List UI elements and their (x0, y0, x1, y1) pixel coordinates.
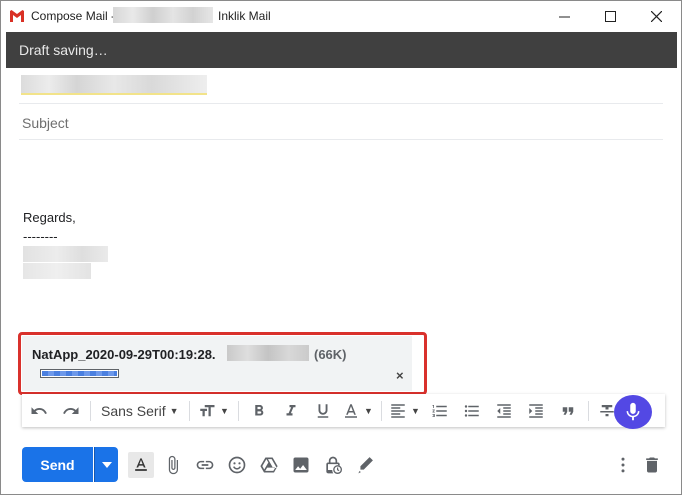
chevron-down-icon: ▼ (220, 405, 229, 416)
redacted-signature-line (23, 263, 91, 279)
microphone-icon (626, 402, 640, 421)
minimize-button[interactable] (541, 1, 587, 32)
close-icon (650, 11, 662, 22)
text-color-icon (345, 403, 358, 418)
google-drive-icon (260, 457, 278, 473)
insert-drive-file-button[interactable] (256, 452, 282, 478)
attach-files-button[interactable] (160, 452, 186, 478)
underline-icon (317, 403, 328, 418)
confidential-mode-button[interactable] (320, 452, 346, 478)
attachment-highlight-box (18, 332, 427, 395)
quote-button[interactable] (552, 397, 584, 425)
more-options-button[interactable] (610, 452, 636, 478)
insert-link-button[interactable] (192, 452, 218, 478)
message-body[interactable]: Regards, -------- (23, 208, 76, 246)
text-size-icon (200, 404, 215, 416)
recipients-field[interactable] (19, 68, 663, 104)
indent-less-icon (496, 403, 511, 418)
trash-icon (646, 457, 658, 473)
toolbar-divider (237, 400, 239, 421)
formatting-options-button[interactable] (128, 452, 154, 478)
align-dropdown[interactable]: ▼ (386, 397, 424, 425)
redacted-recipient (21, 75, 207, 93)
italic-button[interactable] (275, 397, 307, 425)
window-title-app: Inklik Mail (218, 9, 271, 23)
title-bar: Compose Mail - Inklik Mail (1, 1, 681, 32)
compose-window: Compose Mail - Inklik Mail Draft saving…… (0, 0, 682, 495)
undo-button[interactable] (22, 397, 56, 425)
align-left-icon (391, 403, 405, 418)
font-family-label: Sans Serif (101, 402, 166, 419)
bold-button[interactable] (243, 397, 275, 425)
quote-icon (562, 406, 573, 415)
draft-status-bar: Draft saving… (6, 32, 677, 68)
body-line-regards: Regards, (23, 210, 76, 225)
font-size-dropdown[interactable]: ▼ (194, 397, 234, 425)
recipient-underline (21, 93, 207, 95)
indent-less-button[interactable] (488, 397, 520, 425)
discard-draft-button[interactable] (639, 452, 665, 478)
link-icon (196, 460, 214, 470)
numbered-list-button[interactable] (424, 397, 456, 425)
text-format-icon (135, 458, 147, 471)
underline-button[interactable] (307, 397, 339, 425)
paperclip-icon (168, 455, 178, 475)
indent-more-icon (528, 403, 543, 418)
toolbar-divider (188, 400, 190, 421)
insert-emoji-button[interactable] (224, 452, 250, 478)
pen-icon (358, 457, 373, 474)
redo-button[interactable] (56, 397, 86, 425)
strikethrough-icon (599, 404, 614, 416)
toolbar-divider (587, 400, 589, 421)
send-button[interactable]: Send (22, 447, 93, 482)
close-window-button[interactable] (633, 1, 679, 32)
photo-icon (293, 457, 309, 473)
draft-status-text: Draft saving… (19, 42, 108, 58)
voice-typing-button[interactable] (614, 395, 652, 429)
lock-clock-icon (326, 456, 342, 474)
toolbar-divider (380, 400, 382, 421)
window-title: Compose Mail - (31, 9, 116, 23)
redacted-signature-line (23, 246, 108, 262)
bold-icon (254, 404, 263, 415)
insert-photo-button[interactable] (288, 452, 314, 478)
more-vert-icon (621, 457, 625, 473)
indent-more-button[interactable] (520, 397, 552, 425)
insert-signature-button[interactable] (352, 452, 378, 478)
maximize-icon (604, 11, 616, 22)
minimize-icon (558, 16, 570, 18)
font-family-dropdown[interactable]: Sans Serif ▼ (95, 397, 185, 425)
chevron-down-icon: ▼ (169, 405, 179, 416)
subject-input[interactable] (22, 113, 622, 133)
chevron-down-icon: ▼ (411, 405, 420, 416)
gmail-logo-icon (10, 10, 24, 22)
numbered-list-icon (432, 404, 447, 417)
italic-icon (286, 404, 296, 415)
chevron-down-icon (101, 461, 112, 468)
redacted-title-segment (113, 7, 213, 23)
send-options-button[interactable] (94, 447, 118, 482)
subject-row (19, 104, 663, 140)
toolbar-divider (90, 400, 91, 421)
maximize-button[interactable] (587, 1, 633, 32)
undo-icon (31, 406, 47, 414)
text-color-dropdown[interactable]: ▼ (339, 397, 377, 425)
body-line-separator: -------- (23, 229, 58, 244)
emoji-icon (228, 456, 246, 474)
redo-icon (63, 406, 79, 414)
chevron-down-icon: ▼ (364, 405, 373, 416)
bulleted-list-button[interactable] (456, 397, 488, 425)
bulleted-list-icon (464, 404, 479, 417)
formatting-toolbar: Sans Serif ▼ ▼ ▼ ▼ (22, 394, 665, 427)
